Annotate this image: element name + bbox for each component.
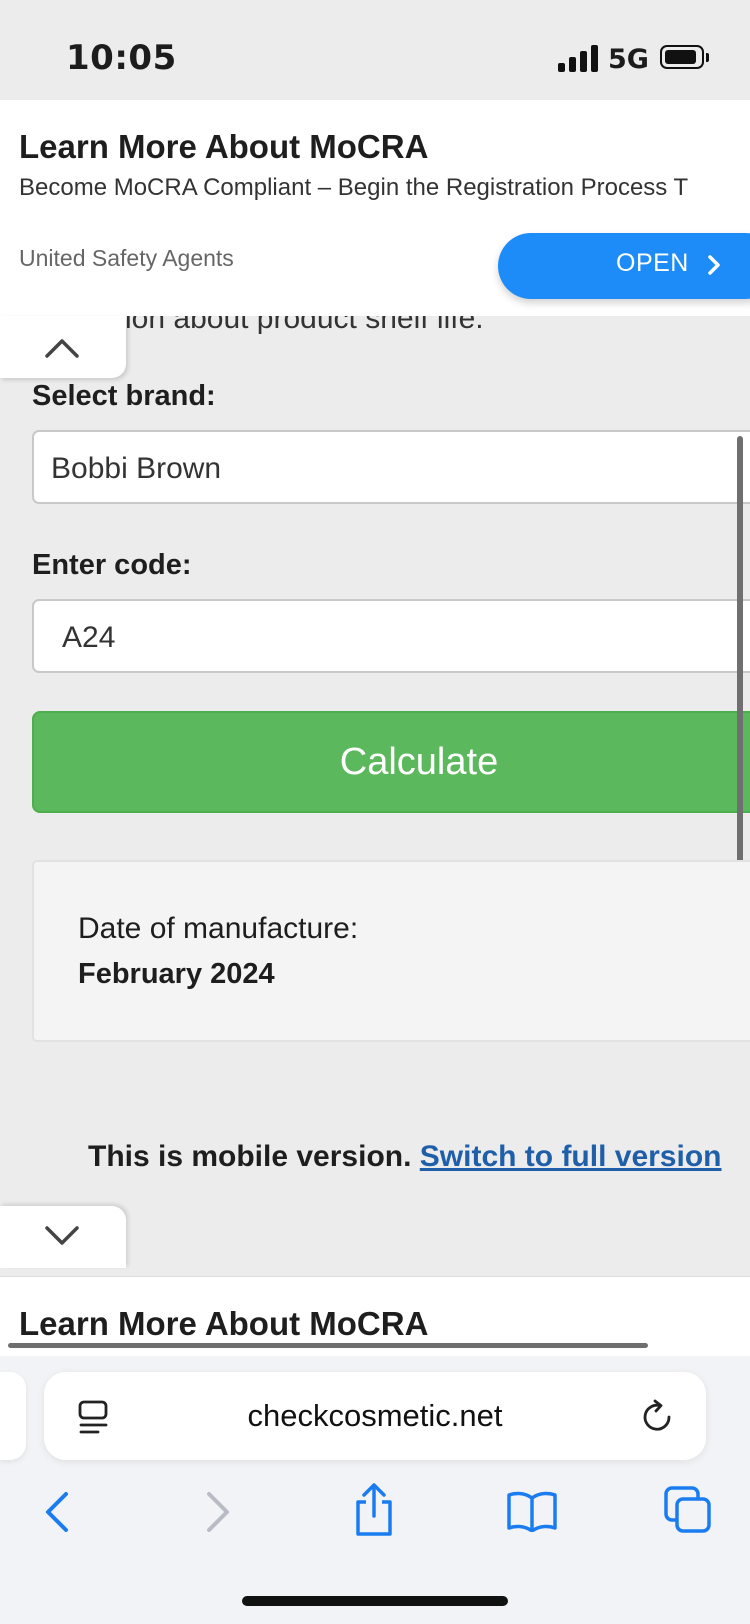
forward-icon[interactable] [203,1490,233,1534]
mobile-version-text: This is mobile version. [88,1140,412,1173]
ad-banner-bottom[interactable]: Learn More About MoCRA [0,1276,750,1357]
ad-title: Learn More About MoCRA [19,128,429,165]
code-input[interactable]: A24 [32,599,750,673]
calculate-button-label: Calculate [339,741,499,783]
chevron-right-icon [708,255,720,275]
page-scrollbar[interactable] [737,436,743,868]
code-input-value: A24 [62,621,116,654]
calculate-button[interactable]: Calculate [32,711,750,813]
brand-select[interactable]: Bobbi Brown [32,430,750,504]
result-box [32,860,750,1042]
full-version-link[interactable]: Switch to full version [420,1140,722,1173]
cellular-signal-icon [558,44,600,72]
ad-open-label: OPEN [616,249,689,277]
status-time: 10:05 [66,38,177,78]
ad-open-button[interactable]: OPEN [498,233,750,299]
tabs-icon[interactable] [664,1486,712,1534]
battery-icon [660,45,709,69]
chevron-up-icon [45,339,79,358]
ad-expand-tab[interactable] [0,1206,126,1268]
ad-banner-top[interactable]: Learn More About MoCRA Become MoCRA Comp… [0,100,750,316]
ad-subtitle: Become MoCRA Compliant – Begin the Regis… [19,174,689,201]
back-icon[interactable] [42,1490,72,1534]
ad-advertiser: United Safety Agents [19,245,234,271]
home-indicator[interactable] [242,1596,508,1606]
network-type: 5G [608,44,649,75]
bookmarks-icon[interactable] [506,1490,558,1532]
brand-select-value: Bobbi Brown [51,452,222,485]
code-label: Enter code: [32,549,192,581]
ad-collapse-tab[interactable] [0,316,126,378]
share-icon[interactable] [352,1482,396,1538]
chevron-down-icon [45,1226,79,1245]
url-text: checkcosmetic.net [247,1398,503,1433]
mobile-version-note: This is mobile version. Switch to full v… [88,1140,721,1174]
brand-label: Select brand: [32,380,216,412]
ad-bottom-scroll-indicator [8,1343,648,1348]
ad-bottom-title: Learn More About MoCRA [19,1305,429,1342]
result-value: February 2024 [78,958,275,990]
result-label: Date of manufacture: [78,912,359,945]
